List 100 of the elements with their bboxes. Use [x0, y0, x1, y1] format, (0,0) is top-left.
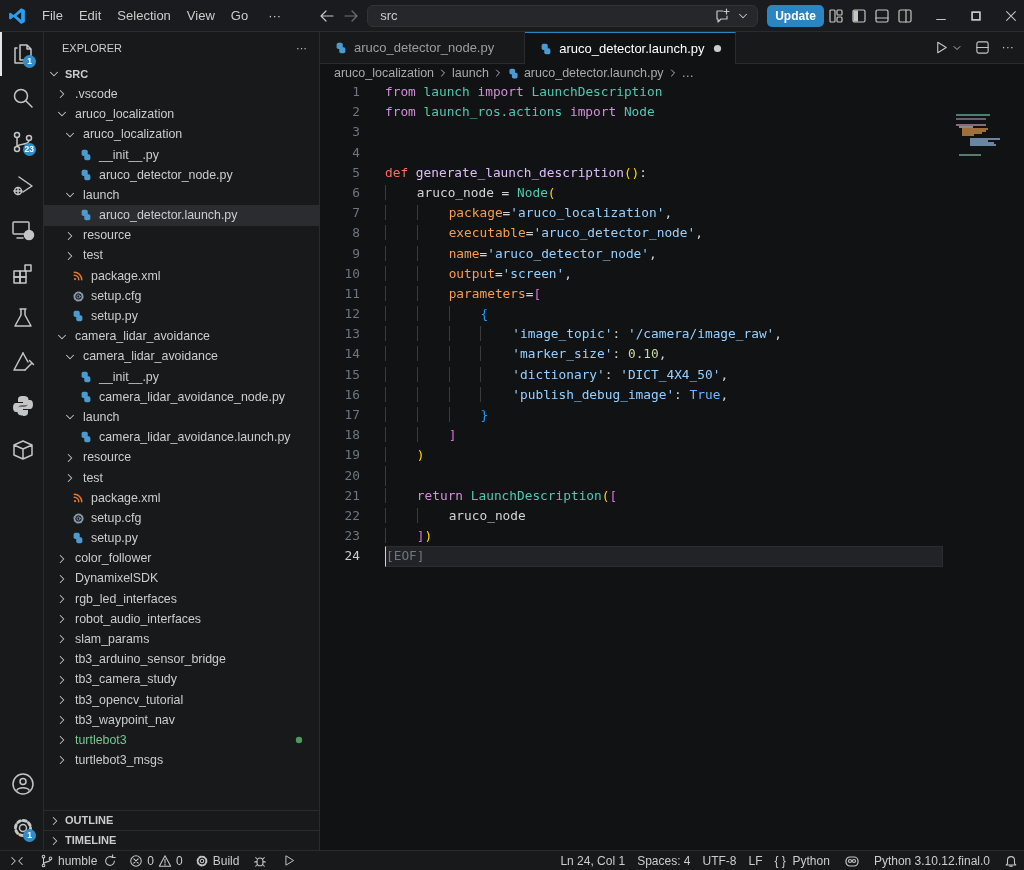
python-icon	[10, 394, 35, 418]
split-editor-icon[interactable]	[974, 40, 990, 55]
folder-row[interactable]: camera_lidar_avoidance	[44, 346, 319, 367]
code-line: parameters=[	[385, 283, 943, 305]
folder-row[interactable]: test	[44, 467, 319, 488]
python-file-icon	[79, 147, 93, 162]
menu-item[interactable]: Go	[222, 5, 257, 26]
rss-icon	[72, 492, 84, 505]
code-line: {	[385, 304, 943, 325]
folder-row[interactable]: tb3_waypoint_nav	[44, 710, 319, 731]
folder-row[interactable]: aruco_localization	[44, 124, 319, 145]
folder-row[interactable]: resource	[44, 447, 319, 468]
secondary-sidebar-icon[interactable]	[897, 7, 913, 24]
folder-row[interactable]: .vscode	[44, 84, 319, 105]
explorer-row[interactable]: aruco_detector_node.py	[44, 164, 319, 186]
breadcrumb-item[interactable]: launch	[452, 63, 489, 83]
folder-row[interactable]: slam_params	[44, 629, 319, 650]
folder-row[interactable]: SRC	[44, 64, 319, 85]
explorer-row[interactable]: __init__.py	[44, 144, 319, 165]
line-number: 11	[343, 284, 360, 303]
more-menu[interactable]: ···	[260, 5, 290, 26]
run-icon[interactable]	[283, 854, 297, 867]
python-file-icon	[71, 531, 85, 546]
more-button[interactable]: ···	[296, 39, 307, 57]
account-icon	[10, 772, 35, 796]
explorer-row[interactable]: package.xml	[44, 265, 319, 287]
breadcrumb-item[interactable]: aruco_localization	[334, 63, 435, 83]
bell-icon[interactable]	[1004, 853, 1018, 868]
folder-row[interactable]: camera_lidar_avoidance	[44, 326, 319, 347]
search-field[interactable]: src	[367, 4, 759, 27]
folder-row[interactable]: color_follower	[44, 548, 319, 569]
folder-row[interactable]: robot_audio_interfaces	[44, 609, 319, 630]
folder-row[interactable]: turtlebot3	[44, 730, 319, 751]
problems-button[interactable]: 0 0	[123, 851, 189, 870]
menu-item[interactable]: File	[34, 5, 71, 26]
close-icon[interactable]	[1004, 8, 1018, 23]
folder-row[interactable]: launch	[44, 185, 319, 206]
code-line: }	[385, 405, 943, 426]
folder-row[interactable]: rgb_led_interfaces	[44, 588, 319, 610]
maximize-icon[interactable]	[969, 8, 983, 23]
folder-row[interactable]: tb3_camera_study	[44, 669, 319, 690]
more-button[interactable]: ···	[1001, 38, 1014, 57]
modified-dot	[713, 44, 722, 53]
explorer-row[interactable]: setup.cfg	[44, 286, 319, 307]
activity-bar-item[interactable]: 1	[0, 806, 43, 850]
folder-row[interactable]: launch	[44, 407, 319, 428]
branch-button[interactable]: humble	[34, 851, 104, 870]
menu-item[interactable]: Edit	[70, 5, 110, 26]
line-number: 7	[351, 204, 360, 223]
vscode-logo-icon[interactable]	[8, 6, 26, 25]
panel-toggle-icon[interactable]	[874, 7, 890, 24]
explorer-row[interactable]: setup.cfg	[44, 508, 319, 529]
line-number: 3	[351, 123, 360, 142]
folder-row[interactable]: tb3_arduino_sensor_bridge	[44, 649, 319, 670]
sync-icon[interactable]	[103, 853, 118, 868]
menu-item[interactable]: Selection	[109, 5, 179, 26]
status-item[interactable]: LF	[742, 851, 769, 870]
gear-icon	[71, 511, 85, 525]
chat-sparkle-icon[interactable]	[714, 7, 731, 24]
status-item[interactable]: UTF-8	[696, 851, 743, 870]
code-line: aruco_node	[385, 505, 943, 527]
status-item[interactable]: Spaces: 4	[631, 851, 697, 870]
update-button[interactable]: Update	[767, 4, 824, 27]
line-number: 23	[343, 527, 360, 546]
folder-row[interactable]: aruco_localization	[44, 104, 319, 125]
breadcrumb-item[interactable]: aruco_detector.launch.py	[506, 63, 664, 83]
line-number: 4	[351, 143, 360, 162]
language-button[interactable]: { } Python	[768, 851, 836, 870]
explorer-row[interactable]: package.xml	[44, 487, 319, 509]
breadcrumb-item[interactable]: …	[681, 63, 695, 83]
folder-row[interactable]: tb3_opencv_tutorial	[44, 689, 319, 710]
editor-tab[interactable]: aruco_detector.launch.py	[525, 32, 736, 64]
folder-row[interactable]: DynamixelSDK	[44, 568, 319, 589]
line-number: 15	[343, 365, 360, 384]
status-item[interactable]: Python 3.10.12.final.0	[867, 851, 996, 870]
line-number: 21	[343, 486, 360, 505]
explorer-row[interactable]: aruco_detector.launch.py	[44, 205, 319, 226]
panel-title: EXPLORER	[62, 40, 122, 56]
activity-bar-item[interactable]: 23	[0, 120, 43, 164]
explorer-row[interactable]: camera_lidar_avoidance_node.py	[44, 387, 319, 408]
sidebar-toggle-icon[interactable]	[851, 7, 867, 24]
status-item[interactable]: Ln 24, Col 1	[554, 851, 632, 870]
line-number: 5	[351, 163, 360, 182]
explorer-row[interactable]: setup.py	[44, 306, 319, 327]
folder-row[interactable]: test	[44, 245, 319, 266]
section-header[interactable]: OUTLINE	[44, 810, 319, 830]
explorer-row[interactable]: camera_lidar_avoidance.launch.py	[44, 427, 319, 448]
line-number: 19	[343, 446, 360, 465]
line-number: 1	[351, 83, 360, 101]
run-debug-icon	[10, 174, 35, 198]
explorer-row[interactable]: __init__.py	[44, 366, 319, 387]
code-line: ])	[385, 526, 943, 547]
python-file-icon	[79, 430, 93, 445]
code-line: ]	[385, 425, 943, 446]
explorer-row[interactable]: setup.py	[44, 528, 319, 549]
menu-item[interactable]: View	[178, 5, 223, 26]
build-button[interactable]: Build	[188, 851, 246, 870]
folder-row[interactable]: turtlebot3_msgs	[44, 750, 319, 771]
layout-icon[interactable]	[828, 7, 844, 24]
folder-row[interactable]: resource	[44, 225, 319, 246]
